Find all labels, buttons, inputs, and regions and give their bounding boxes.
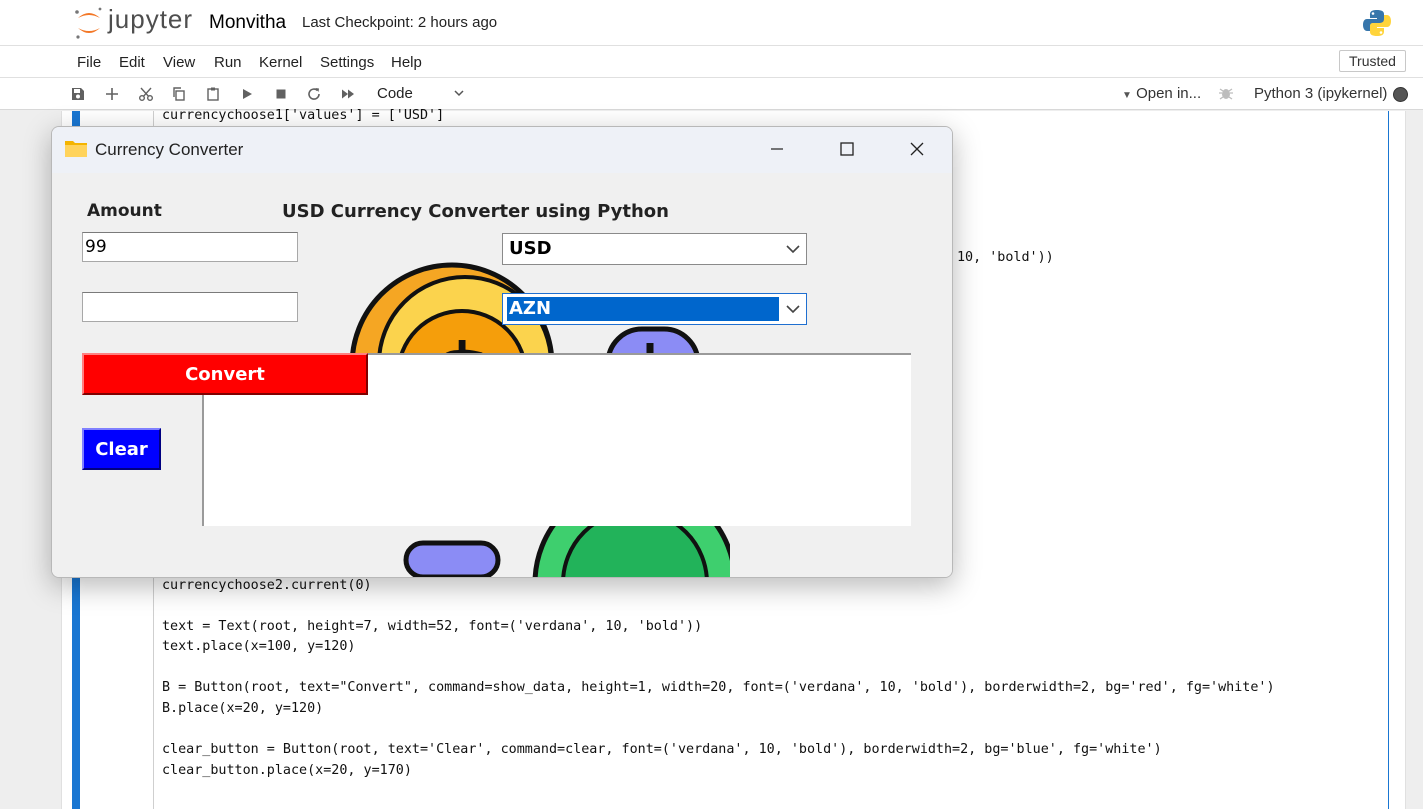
open-in-button[interactable]: ▼ Open in...: [1122, 85, 1201, 102]
code-line-button-place: B.place(x=20, y=120): [162, 701, 324, 716]
code-line-clear: clear_button = Button(root, text='Clear'…: [162, 742, 1162, 757]
currency-converter-window: Currency Converter Amount USD Currency C…: [51, 126, 953, 578]
paste-icon[interactable]: [203, 84, 223, 104]
close-icon: [910, 142, 924, 156]
chevron-down-icon: [786, 305, 800, 314]
code-line-values: currencychoose1['values'] = ['USD']: [162, 108, 445, 123]
save-icon[interactable]: [68, 84, 88, 104]
from-currency-select[interactable]: USD: [502, 233, 807, 265]
stop-kernel-icon[interactable]: [271, 84, 291, 104]
add-cell-icon[interactable]: [102, 84, 122, 104]
window-titlebar[interactable]: Currency Converter: [52, 127, 952, 173]
fast-forward-icon[interactable]: [338, 84, 358, 104]
result-input[interactable]: [82, 292, 298, 322]
amount-input[interactable]: 99: [82, 232, 298, 262]
open-in-label: Open in...: [1136, 85, 1202, 102]
caret-down-icon: ▼: [1122, 90, 1132, 101]
jupyter-header: jupyter Monvitha Last Checkpoint: 2 hour…: [0, 0, 1423, 46]
cut-icon[interactable]: [136, 84, 156, 104]
screen: jupyter Monvitha Last Checkpoint: 2 hour…: [0, 0, 1423, 809]
menu-settings[interactable]: Settings: [320, 54, 374, 71]
checkpoint-status: Last Checkpoint: 2 hours ago: [302, 14, 498, 31]
restart-kernel-icon[interactable]: [304, 84, 324, 104]
maximize-button[interactable]: [824, 127, 870, 171]
trusted-indicator[interactable]: Trusted: [1339, 50, 1406, 72]
chevron-down-icon: [786, 245, 800, 254]
chevron-down-icon: [454, 90, 464, 97]
menu-help[interactable]: Help: [391, 54, 422, 71]
to-currency-select[interactable]: AZN: [502, 293, 807, 325]
close-button[interactable]: [894, 127, 940, 171]
folder-icon: [65, 141, 87, 157]
app-heading: USD Currency Converter using Python: [282, 201, 669, 222]
clear-button[interactable]: Clear: [82, 428, 161, 470]
minimize-button[interactable]: [754, 127, 800, 171]
from-currency-value: USD: [509, 238, 552, 259]
kernel-name[interactable]: Python 3 (ipykernel): [1254, 85, 1387, 102]
code-line-text-place: text.place(x=100, y=120): [162, 639, 356, 654]
menu-run[interactable]: Run: [214, 54, 242, 71]
code-line-clear-place: clear_button.place(x=20, y=170): [162, 763, 412, 778]
code-line-text: text = Text(root, height=7, width=52, fo…: [162, 619, 703, 634]
python-logo-icon: [1363, 10, 1391, 36]
maximize-icon: [840, 142, 854, 156]
debugger-icon[interactable]: [1218, 85, 1234, 101]
notebook-title[interactable]: Monvitha: [209, 12, 286, 34]
menu-view[interactable]: View: [163, 54, 195, 71]
window-title: Currency Converter: [95, 140, 244, 159]
code-line-button: B = Button(root, text="Convert", command…: [162, 680, 1275, 695]
window-body: Amount USD Currency Converter using Pyth…: [52, 173, 952, 577]
minimize-icon: [771, 148, 783, 150]
menu-edit[interactable]: Edit: [119, 54, 145, 71]
to-currency-value: AZN: [507, 297, 779, 321]
menu-kernel[interactable]: Kernel: [259, 54, 302, 71]
jupyter-logo-icon[interactable]: [74, 6, 104, 40]
code-line-partial: 10, 'bold')): [957, 250, 1054, 265]
convert-button[interactable]: Convert: [82, 353, 368, 395]
cell-type-label: Code: [377, 85, 413, 102]
menu-file[interactable]: File: [77, 54, 101, 71]
kernel-status-icon: [1393, 87, 1408, 102]
code-line-current: currencychoose2.current(0): [162, 578, 372, 593]
copy-icon[interactable]: [169, 84, 189, 104]
run-cell-icon[interactable]: [237, 84, 257, 104]
jupyter-logo-text: jupyter: [108, 4, 194, 34]
amount-label: Amount: [87, 201, 162, 221]
notebook-toolbar: Code ▼ Open in... Python 3 (ipykernel): [0, 78, 1423, 110]
cell-type-select[interactable]: Code: [369, 83, 469, 105]
menubar: File Edit View Run Kernel Settings Help …: [0, 46, 1423, 78]
